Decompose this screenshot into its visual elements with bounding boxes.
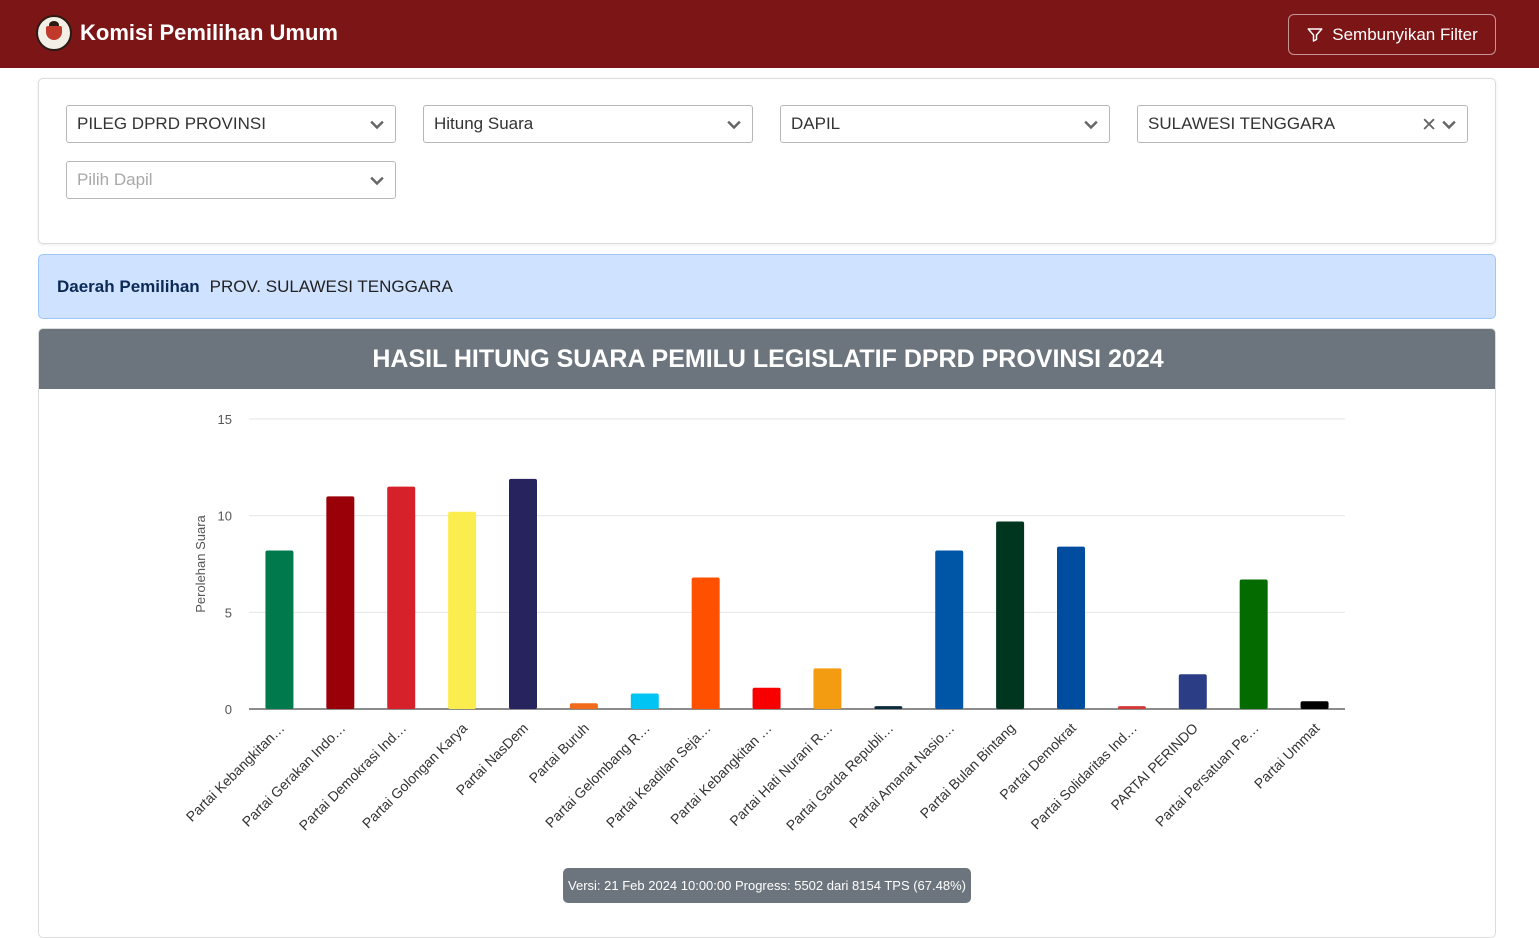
dapil-info-bar: Daerah Pemilihan PROV. SULAWESI TENGGARA: [38, 254, 1496, 319]
version-badge: Versi: 21 Feb 2024 10:00:00 Progress: 55…: [563, 868, 971, 903]
y-tick-label: 10: [218, 509, 232, 524]
bar: [1117, 706, 1146, 709]
bar: [874, 706, 903, 709]
region-level-select[interactable]: DAPIL: [780, 105, 1110, 143]
dapil-select[interactable]: Pilih Dapil: [66, 161, 396, 199]
bar: [996, 521, 1025, 709]
hide-filter-button[interactable]: Sembunyikan Filter: [1288, 14, 1496, 55]
bar: [448, 511, 477, 709]
x-tick-label: Partai Persatuan Pe…: [1152, 720, 1262, 830]
bar: [569, 703, 598, 709]
app-title: Komisi Pemilihan Umum: [80, 20, 338, 45]
x-tick-label: Partai Golongan Karya: [359, 720, 471, 832]
kpu-logo-icon: [36, 15, 72, 51]
filter-panel: PILEG DPRD PROVINSI Hitung Suara DAPIL S…: [38, 78, 1496, 244]
x-tick-label: Partai Kebangkitan …: [667, 720, 775, 828]
chevron-down-icon: [370, 176, 384, 186]
chevron-down-icon: [727, 120, 741, 130]
chevron-down-icon: [1442, 120, 1456, 130]
province-value: SULAWESI TENGGARA: [1148, 114, 1336, 133]
hide-filter-label: Sembunyikan Filter: [1332, 24, 1478, 44]
x-tick-label: Partai Kebangkitan…: [183, 720, 288, 825]
x-tick-label: Partai Garda Republi…: [783, 720, 897, 834]
count-type-value: Hitung Suara: [434, 114, 534, 133]
bar: [1178, 674, 1207, 709]
election-type-select[interactable]: PILEG DPRD PROVINSI: [66, 105, 396, 143]
bar: [630, 693, 659, 709]
chevron-down-icon: [370, 120, 384, 130]
dapil-info-value: PROV. SULAWESI TENGGARA: [209, 276, 453, 296]
dapil-placeholder: Pilih Dapil: [77, 170, 153, 189]
top-navbar: Komisi Pemilihan Umum Sembunyikan Filter: [0, 0, 1539, 68]
bar: [1300, 701, 1329, 709]
region-level-value: DAPIL: [791, 114, 841, 133]
bar: [1239, 579, 1268, 709]
x-tick-label: Partai Hati Nurani R…: [726, 720, 835, 829]
clear-icon[interactable]: ✕: [1421, 114, 1437, 137]
x-tick-label: Partai Amanat Nasio…: [846, 720, 957, 831]
bar: [326, 496, 355, 709]
bar: [935, 550, 964, 709]
chart-card: HASIL HITUNG SUARA PEMILU LEGISLATIF DPR…: [38, 328, 1496, 938]
x-tick-label: Partai Buruh: [526, 720, 592, 786]
bar: [265, 550, 294, 709]
y-axis-label: Perolehan Suara: [193, 514, 208, 612]
chart-title: HASIL HITUNG SUARA PEMILU LEGISLATIF DPR…: [39, 329, 1495, 389]
chevron-down-icon: [1084, 120, 1098, 130]
bar: [752, 687, 781, 709]
y-tick-label: 15: [218, 412, 232, 427]
x-tick-label: Partai Gerakan Indo…: [239, 720, 349, 830]
bar: [1057, 546, 1085, 709]
x-tick-label: Partai Gelombang R…: [542, 720, 653, 831]
x-tick-label: Partai Solidaritas Ind…: [1027, 720, 1140, 833]
bar-chart: 0 5 10 15 Perolehan Suara Partai Kebangkitan……: [183, 412, 1345, 834]
dapil-info-label: Daerah Pemilihan: [57, 276, 200, 296]
bar: [813, 668, 842, 709]
election-type-value: PILEG DPRD PROVINSI: [77, 114, 266, 133]
x-tick-label: Partai Keadilan Seja…: [603, 720, 714, 831]
x-tick-label: Partai Demokrasi Ind…: [296, 720, 410, 834]
bar: [691, 577, 720, 709]
province-select[interactable]: SULAWESI TENGGARA ✕: [1137, 105, 1468, 143]
x-tick-label: Partai Ummat: [1251, 720, 1323, 792]
count-type-select[interactable]: Hitung Suara: [423, 105, 753, 143]
y-tick-label: 5: [225, 605, 232, 620]
y-tick-label: 0: [225, 702, 232, 717]
funnel-icon: [1307, 27, 1323, 42]
bar: [509, 478, 537, 709]
bar: [387, 486, 416, 709]
